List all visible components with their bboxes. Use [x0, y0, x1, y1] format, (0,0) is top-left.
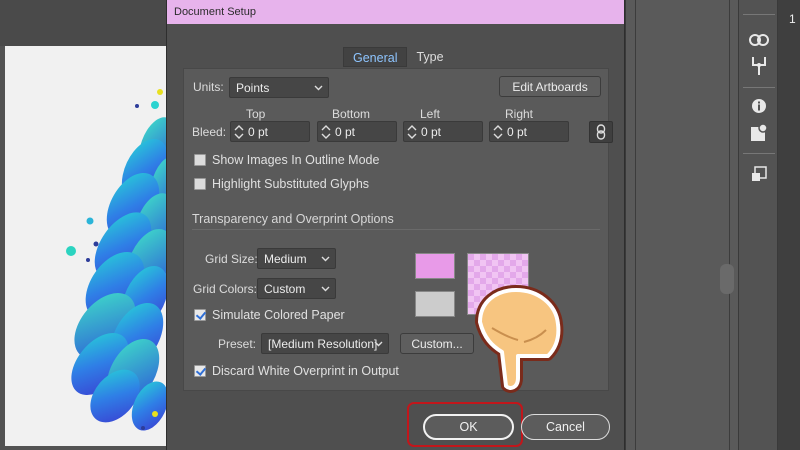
far-right-strip: 1 [778, 0, 800, 450]
preset-select[interactable]: [Medium Resolution] [261, 333, 389, 354]
show-images-outline-checkbox[interactable]: Show Images In Outline Mode [194, 153, 379, 167]
panel-icon-bar [738, 0, 778, 450]
chevron-down-icon [321, 256, 330, 262]
panel-number: 1 [789, 12, 796, 26]
place-image-icon[interactable] [747, 121, 771, 145]
panel-divider [729, 0, 730, 450]
toolbar-separator [743, 153, 775, 154]
transparency-section-title: Transparency and Overprint Options [192, 212, 394, 226]
toolbar-separator [743, 14, 775, 15]
artboard-icon[interactable] [747, 162, 771, 186]
bleed-right-stepper[interactable]: 0 pt [489, 121, 569, 142]
section-divider [192, 229, 600, 230]
grid-colors-label: Grid Colors: [193, 282, 258, 296]
puppet-warp-icon[interactable] [747, 54, 771, 78]
discard-white-checkbox[interactable]: Discard White Overprint in Output [194, 364, 399, 378]
units-select[interactable]: Points [229, 77, 329, 98]
document-area-right [625, 0, 738, 450]
chevron-down-icon [374, 341, 383, 347]
bleed-bottom-label: Bottom [332, 107, 371, 121]
grid-size-label: Grid Size: [205, 252, 258, 266]
pointing-hand-icon [475, 285, 564, 393]
grid-size-value: Medium [264, 252, 307, 266]
checkbox-box[interactable] [194, 178, 206, 190]
grid-colors-value: Custom [264, 282, 306, 296]
toolbar-separator [743, 87, 775, 88]
simulate-paper-checkbox[interactable]: Simulate Colored Paper [194, 308, 345, 322]
preset-value: [Medium Resolution] [268, 337, 378, 351]
dialog-title: Document Setup [167, 0, 624, 24]
stepper-arrows-icon[interactable] [406, 124, 418, 140]
bleed-left-label: Left [420, 107, 441, 121]
bleed-right-label: Right [505, 107, 534, 121]
checkbox-label: Highlight Substituted Glyphs [212, 177, 370, 191]
tab-general[interactable]: General [343, 47, 408, 67]
link-bleed-button[interactable] [589, 121, 613, 143]
link-icon[interactable] [747, 28, 771, 52]
bleed-bottom-stepper[interactable]: 0 pt [317, 121, 397, 142]
bleed-left-value: 0 pt [421, 125, 442, 139]
grid-color-swatch-1[interactable] [415, 253, 455, 279]
checkbox-label: Show Images In Outline Mode [212, 153, 380, 167]
stepper-arrows-icon[interactable] [320, 124, 332, 140]
chevron-down-icon [314, 85, 323, 91]
bleed-label: Bleed: [192, 125, 227, 139]
bleed-top-value: 0 pt [248, 125, 269, 139]
bleed-top-label: Top [246, 107, 266, 121]
units-label: Units: [193, 80, 224, 94]
units-value: Points [236, 81, 270, 95]
checkbox-label: Simulate Colored Paper [212, 308, 345, 322]
checkbox-box[interactable] [194, 309, 206, 321]
chevron-down-icon [321, 286, 330, 292]
checkbox-label: Discard White Overprint in Output [212, 364, 399, 378]
artwork-feathers [66, 89, 170, 431]
grid-size-select[interactable]: Medium [257, 248, 336, 269]
ok-button[interactable]: OK [423, 414, 514, 440]
grid-colors-select[interactable]: Custom [257, 278, 336, 299]
stepper-arrows-icon[interactable] [492, 124, 504, 140]
checkbox-box[interactable] [194, 365, 206, 377]
info-icon[interactable] [747, 94, 771, 118]
tab-type[interactable]: Type [407, 47, 452, 67]
bleed-right-value: 0 pt [507, 125, 528, 139]
preset-label: Preset: [218, 337, 257, 351]
bleed-bottom-value: 0 pt [335, 125, 356, 139]
checkbox-box[interactable] [194, 154, 206, 166]
stepper-arrows-icon[interactable] [233, 124, 245, 140]
artboard-canvas [5, 46, 170, 446]
grid-color-swatch-2[interactable] [415, 291, 455, 317]
scrollbar-thumb[interactable] [720, 264, 734, 294]
edit-artboards-button[interactable]: Edit Artboards [499, 76, 601, 97]
bleed-left-stepper[interactable]: 0 pt [403, 121, 483, 142]
highlight-glyphs-checkbox[interactable]: Highlight Substituted Glyphs [194, 177, 369, 191]
panel-divider [635, 0, 636, 450]
cancel-button[interactable]: Cancel [521, 414, 610, 440]
dialog-tabs: General Type [343, 47, 453, 67]
chain-link-icon [596, 124, 606, 140]
bleed-top-stepper[interactable]: 0 pt [230, 121, 310, 142]
